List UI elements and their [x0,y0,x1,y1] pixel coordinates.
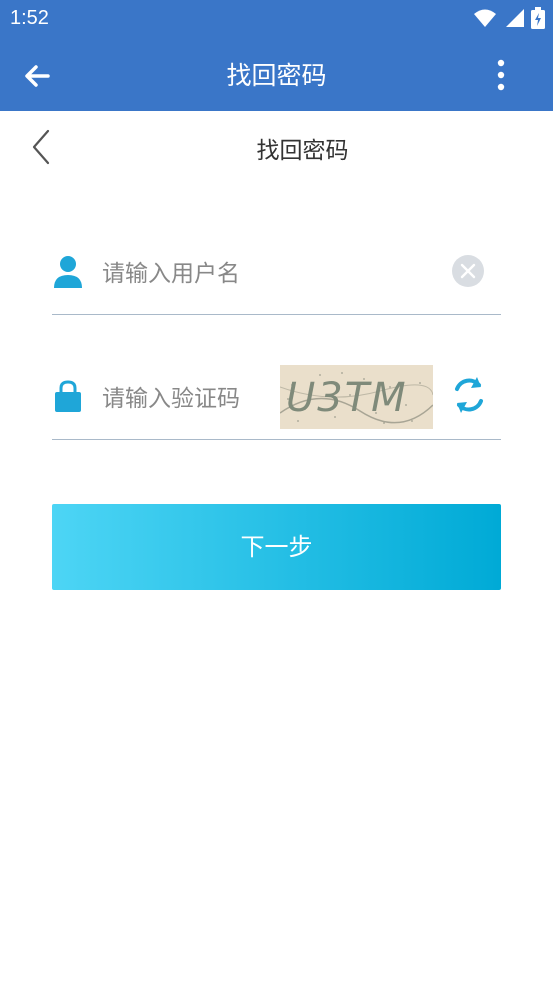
status-bar: 1:52 [0,0,553,38]
status-time: 1:52 [10,7,49,29]
captcha-field[interactable]: 请输入验证码 U3TM [52,365,501,440]
user-icon [54,256,82,288]
status-icons [473,7,545,29]
page-title: 找回密码 [256,138,349,164]
battery-icon [531,7,545,29]
captcha-image[interactable]: U3TM [279,365,434,429]
wifi-icon [474,9,496,27]
username-input[interactable]: 请输入用户名 [102,254,240,288]
username-field[interactable]: 请输入用户名 [52,240,501,315]
page-header: 找回密码 [0,111,553,183]
clear-icon[interactable] [451,254,485,288]
refresh-icon[interactable] [449,373,489,417]
next-button[interactable]: 下一步 [52,504,501,590]
more-options-icon[interactable] [485,58,517,94]
captcha-input[interactable]: 请输入验证码 [102,379,240,413]
app-bar-title: 找回密码 [226,61,327,90]
signal-icon [506,9,524,27]
lock-icon [55,380,81,412]
app-bar: 找回密码 [0,38,553,111]
captcha-text: U3TM [286,375,408,421]
